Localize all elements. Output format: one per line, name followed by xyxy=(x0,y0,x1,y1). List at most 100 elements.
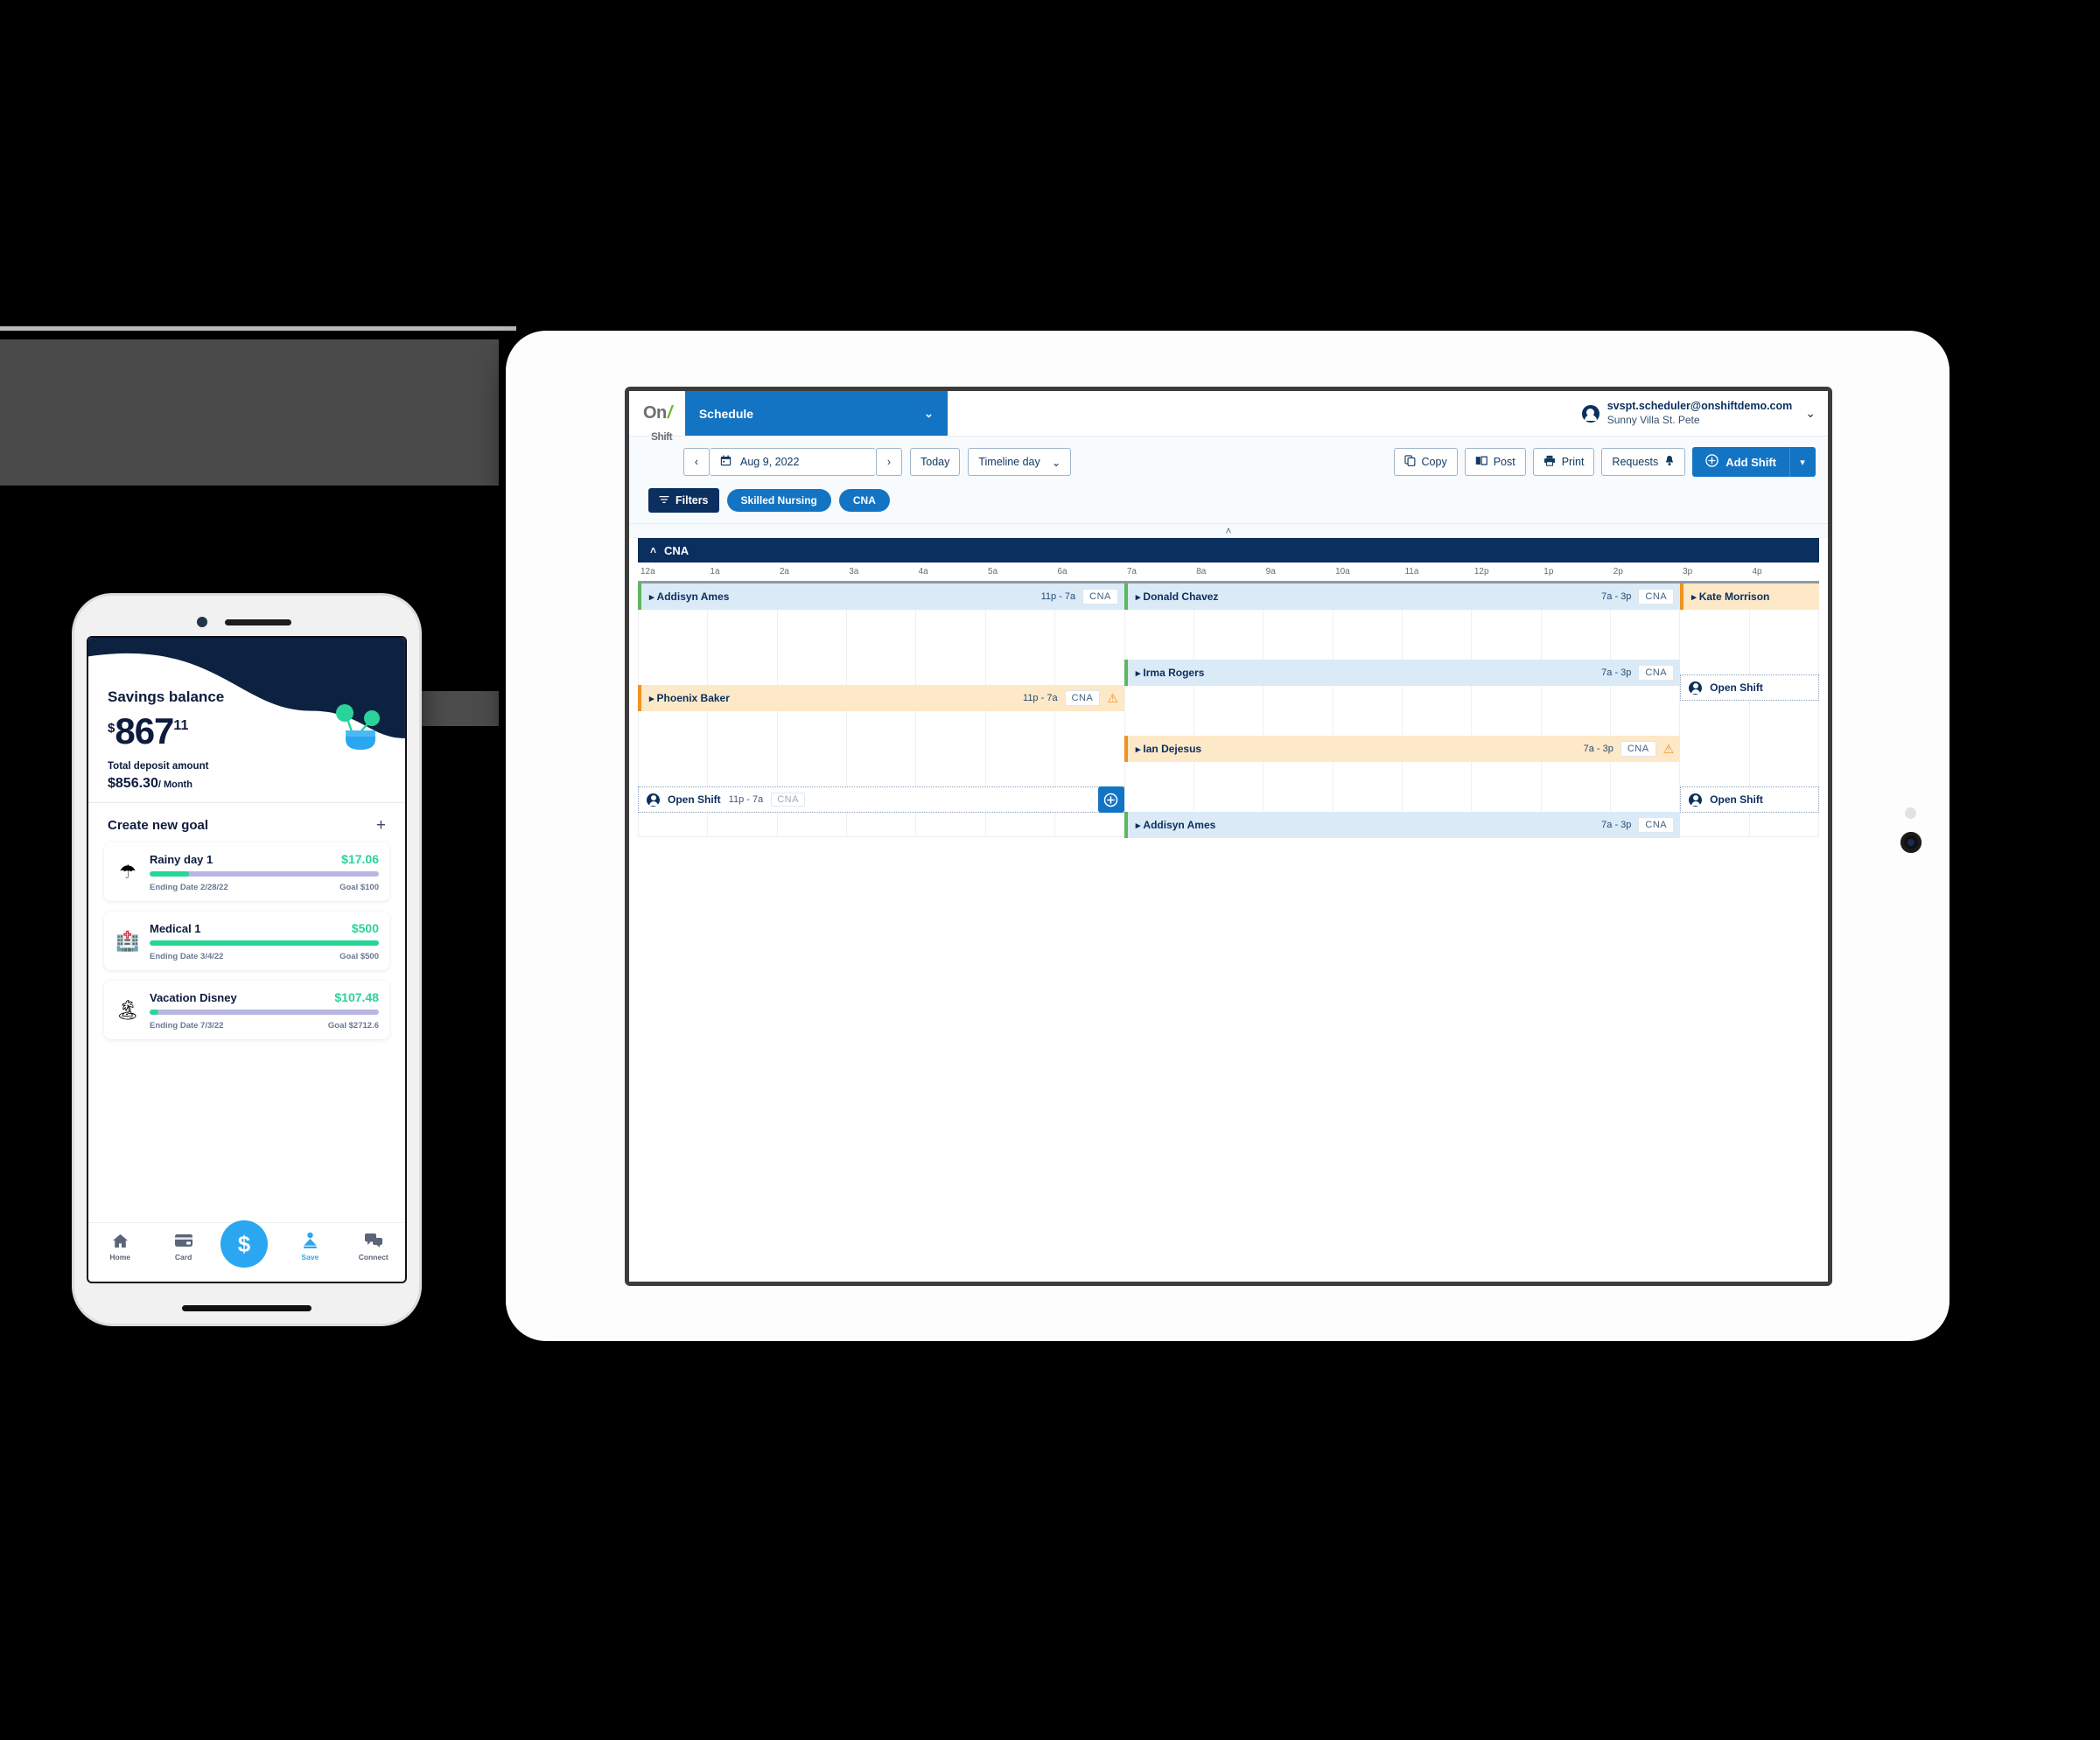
prev-day-button[interactable]: ‹ xyxy=(683,448,710,476)
nav-item-card[interactable]: Card xyxy=(158,1231,210,1261)
collapse-toolbar-button[interactable]: ˄ xyxy=(629,524,1828,538)
shift-role-badge: CNA xyxy=(1638,589,1675,604)
timeline-grid-column xyxy=(1472,583,1542,837)
phone-screen: Savings balance $ 867 11 Total deposit a… xyxy=(87,636,407,1283)
dollar-fab-icon[interactable]: $ xyxy=(220,1220,268,1268)
open-shift-block[interactable]: Open Shift xyxy=(1680,674,1819,702)
shift-block[interactable]: Phoenix Baker 11p - 7a CNA ⚠ xyxy=(638,685,1124,711)
user-email: svspt.scheduler@onshiftdemo.com xyxy=(1606,400,1793,413)
app-toolbar: ‹ Aug 9, 2022 › Today Timeline day ⌄ Cop… xyxy=(629,437,1828,524)
print-button[interactable]: Print xyxy=(1532,448,1595,476)
shift-role-badge: CNA xyxy=(1638,665,1675,681)
post-label: Post xyxy=(1493,456,1516,468)
shift-employee-name: Addisyn Ames xyxy=(1136,819,1215,831)
shift-block[interactable]: Addisyn Ames 11p - 7a CNA xyxy=(638,583,1124,610)
timeline-hour-label: 12a xyxy=(640,567,655,577)
shift-time: 7a - 3p xyxy=(1583,744,1614,754)
nav-item-save[interactable]: Save xyxy=(284,1231,336,1261)
add-shift-dropdown-button[interactable]: ▾ xyxy=(1789,447,1816,477)
shift-employee-name: Irma Rogers xyxy=(1136,667,1204,679)
today-button[interactable]: Today xyxy=(910,448,961,476)
nav-item-connect[interactable]: Connect xyxy=(347,1231,400,1261)
nav-item-label: Home xyxy=(109,1253,130,1261)
open-shift-block[interactable]: Open Shift 11p - 7a CNA xyxy=(638,786,1124,813)
group-header-label: CNA xyxy=(664,543,690,557)
add-shift-button[interactable]: Add Shift xyxy=(1692,447,1789,477)
date-field[interactable]: Aug 9, 2022 xyxy=(710,448,876,476)
nav-item-home[interactable]: Home xyxy=(94,1231,146,1261)
shift-block[interactable]: Irma Rogers 7a - 3p CNA xyxy=(1124,660,1681,686)
filters-button[interactable]: Filters xyxy=(648,488,719,513)
goal-name: Vacation Disney xyxy=(150,991,237,1004)
open-shift-block[interactable]: Open Shift xyxy=(1680,786,1819,813)
user-menu[interactable]: svspt.scheduler@onshiftdemo.com Sunny Vi… xyxy=(1581,391,1828,436)
save-icon xyxy=(284,1231,336,1250)
calendar-icon xyxy=(720,455,732,469)
timeline-body[interactable]: Addisyn Ames 11p - 7a CNA Donald Chavez 7a -… xyxy=(638,583,1820,838)
filters-label: Filters xyxy=(676,494,709,507)
shift-block[interactable]: Ian Dejesus 7a - 3p CNA ⚠ xyxy=(1124,736,1681,762)
timeline-hour-label: 1a xyxy=(710,567,720,577)
add-open-shift-button[interactable] xyxy=(1097,786,1124,813)
copy-button[interactable]: Copy xyxy=(1393,448,1458,476)
chevron-up-icon: ˄ xyxy=(1225,524,1232,537)
shift-time: 11p - 7a xyxy=(1023,693,1058,703)
phone-bottom-nav: Home Card $ Save Connect xyxy=(88,1220,405,1282)
brand-logo: On/ Shift xyxy=(629,391,685,443)
filter-chip-cna[interactable]: CNA xyxy=(838,489,890,512)
shift-meta: 7a - 3p CNA xyxy=(1601,665,1675,681)
nav-item-deposit[interactable]: $ xyxy=(220,1220,273,1268)
card-icon xyxy=(158,1231,210,1250)
goal-name: Rainy day 1 xyxy=(150,853,214,866)
shift-time: 7a - 3p xyxy=(1601,667,1632,678)
shift-employee-name: Phoenix Baker xyxy=(649,692,730,704)
shift-employee-name: Donald Chavez xyxy=(1136,590,1218,603)
schedule-timeline: 12a 1a 2a 3a 4a 5a 6a 7a 8a 9a 10a 11a 12p 1p 2p 3p 4p A… xyxy=(638,563,1820,838)
goal-name: Medical 1 xyxy=(150,922,201,935)
post-button[interactable]: Post xyxy=(1464,448,1526,476)
goal-ending-date: Ending Date 2/28/22 xyxy=(150,883,228,892)
module-select-schedule[interactable]: Schedule ⌄ xyxy=(684,391,948,436)
warning-icon[interactable]: ⚠ xyxy=(1663,743,1675,755)
logo-slash-icon: / xyxy=(667,403,673,423)
shift-block[interactable]: Kate Morrison xyxy=(1680,583,1819,610)
timeline-hour-axis: 12a 1a 2a 3a 4a 5a 6a 7a 8a 9a 10a 11a 12p 1p 2p 3p 4p xyxy=(638,563,1819,583)
add-shift-label: Add Shift xyxy=(1726,455,1776,469)
shift-meta: 11p - 7a CNA xyxy=(1041,589,1118,604)
view-mode-select[interactable]: Timeline day ⌄ xyxy=(968,448,1072,476)
group-header-cna[interactable]: ˄ CNA xyxy=(638,538,1819,563)
timeline-grid-column xyxy=(1125,583,1194,837)
tablet-screen: On/ Shift Schedule ⌄ svspt.scheduler@onsh… xyxy=(629,391,1828,1282)
goal-target: Goal $100 xyxy=(340,883,379,892)
timeline-hour-label: 12p xyxy=(1474,567,1489,577)
create-goal-row[interactable]: Create new goal + xyxy=(88,803,405,842)
requests-button[interactable]: Requests xyxy=(1601,448,1686,476)
filter-chip-skilled-nursing[interactable]: Skilled Nursing xyxy=(726,489,831,512)
balance-cents: 11 xyxy=(173,718,189,733)
copy-icon xyxy=(1404,455,1416,469)
timeline-hour-label: 2p xyxy=(1613,567,1623,577)
nav-item-label: Connect xyxy=(358,1253,388,1261)
plus-icon[interactable]: + xyxy=(376,817,386,834)
tablet-camera-icon xyxy=(1900,832,1922,853)
book-icon xyxy=(1475,455,1488,469)
shift-block[interactable]: Addisyn Ames 7a - 3p CNA xyxy=(1124,812,1681,838)
chevron-right-icon: › xyxy=(886,456,892,468)
home-icon xyxy=(94,1231,146,1250)
print-label: Print xyxy=(1561,456,1585,468)
shift-block[interactable]: Donald Chavez 7a - 3p CNA xyxy=(1124,583,1681,610)
user-site: Sunny Villa St. Pete xyxy=(1606,413,1700,426)
goal-card[interactable]: 🏝 Vacation Disney $107.48 Ending Date 7/3/2… xyxy=(104,981,389,1039)
create-goal-title: Create new goal xyxy=(108,818,209,833)
shift-role-badge: CNA xyxy=(1064,690,1101,706)
tablet-bezel: On/ Shift Schedule ⌄ svspt.scheduler@onsh… xyxy=(625,387,1832,1286)
next-day-button[interactable]: › xyxy=(876,448,902,476)
shift-meta: 7a - 3p CNA xyxy=(1601,589,1675,604)
goal-target: Goal $500 xyxy=(340,952,379,961)
warning-icon[interactable]: ⚠ xyxy=(1107,692,1118,704)
goal-card[interactable]: 🏥 Medical 1 $500 Ending Date 3/4/22 Goal $50… xyxy=(104,912,389,970)
goal-amount: $107.48 xyxy=(334,990,379,1004)
filter-chips-row: Filters Skilled Nursing CNA xyxy=(641,477,1816,523)
date-navigator: ‹ Aug 9, 2022 › xyxy=(683,448,902,476)
goal-card[interactable]: ☂ Rainy day 1 $17.06 Ending Date 2/28/22 Goa… xyxy=(104,842,389,901)
